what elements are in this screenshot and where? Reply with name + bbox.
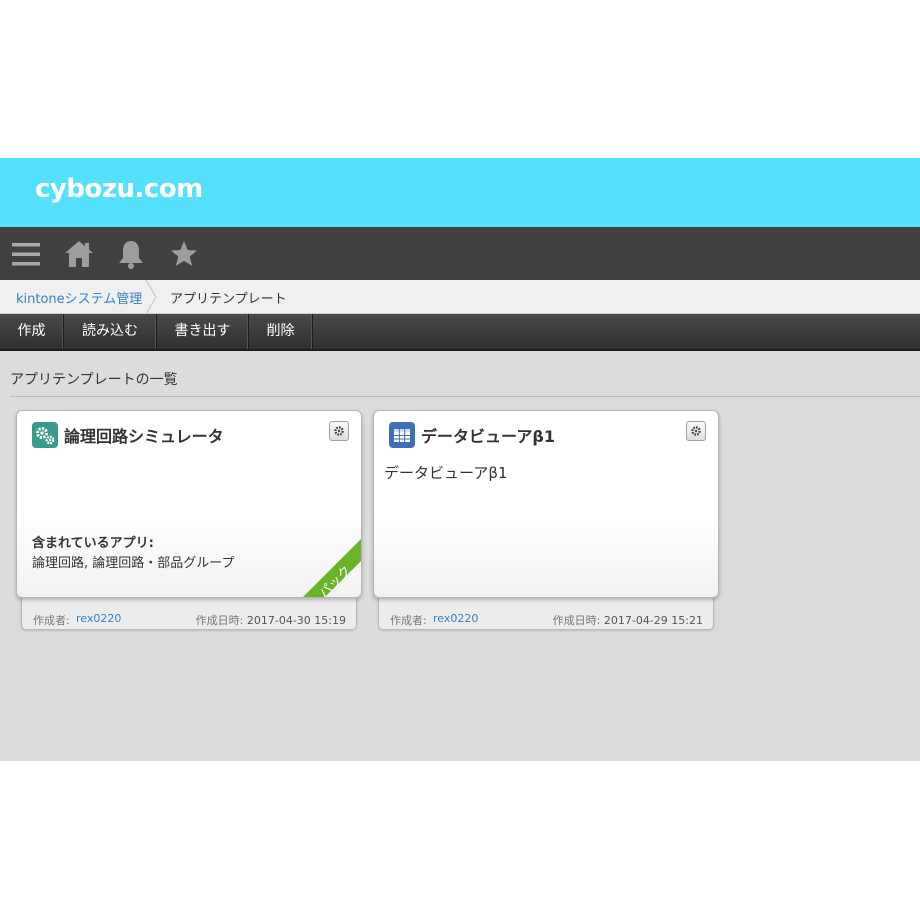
card-title[interactable]: 論理回路シミュレータ <box>64 423 224 447</box>
created-date-label: 作成日時: <box>552 614 601 627</box>
create-button[interactable]: 作成 <box>0 314 64 349</box>
creator-link[interactable]: rex0220 <box>76 612 121 625</box>
created-date: 作成日時: 2017-04-30 15:19 <box>196 612 346 628</box>
creator-label: 作成者: <box>390 614 427 627</box>
menu-icon[interactable] <box>9 237 43 271</box>
card-description: データビューアβ1 <box>384 464 508 482</box>
created-date-label: 作成日時: <box>195 614 244 627</box>
created-date-value: 2017-04-30 15:19 <box>246 614 346 627</box>
import-button[interactable]: 読み込む <box>64 314 157 349</box>
kintone-admin-window: cybozu.com kintoneシステム管理 アプリテンプレート 作成 読み… <box>0 158 920 761</box>
included-apps-label: 含まれているアプリ: <box>32 536 154 551</box>
template-card[interactable]: 論理回路シミュレータ 含まれているアプリ: 論理回路, 論理回路・部品グループ … <box>16 410 362 598</box>
creator-link[interactable]: rex0220 <box>433 612 478 625</box>
action-toolbar: 作成 読み込む 書き出す 削除 <box>0 314 920 351</box>
pack-ribbon: パック <box>302 538 361 597</box>
settings-gear-button[interactable] <box>686 421 706 441</box>
creator-label: 作成者: <box>33 614 70 627</box>
home-icon[interactable] <box>62 237 96 271</box>
breadcrumb-current: アプリテンプレート <box>170 292 287 307</box>
created-date-value: 2017-04-29 15:21 <box>603 614 703 627</box>
export-button[interactable]: 書き出す <box>157 314 249 349</box>
gear-icon <box>334 426 344 436</box>
delete-button[interactable]: 削除 <box>249 314 313 349</box>
section-title: アプリテンプレートの一覧 <box>10 372 178 388</box>
gears-icon <box>32 422 58 448</box>
breadcrumb: kintoneシステム管理 アプリテンプレート <box>0 279 920 315</box>
template-card-data-viewer: 作成者: rex0220 作成日時: 2017-04-29 15:21 データビ… <box>373 410 719 630</box>
card-title[interactable]: データビューアβ1 <box>421 423 555 447</box>
bell-icon[interactable] <box>114 237 148 271</box>
template-card[interactable]: データビューアβ1 データビューアβ1 <box>373 410 719 598</box>
included-apps-list: 論理回路, 論理回路・部品グループ <box>32 556 235 571</box>
global-navbar <box>0 227 920 280</box>
star-icon[interactable] <box>167 237 201 271</box>
gear-icon <box>691 426 701 436</box>
section-divider <box>10 396 920 397</box>
template-card-logic-circuit: 作成者: rex0220 作成日時: 2017-04-30 15:19 論理回路… <box>16 410 362 630</box>
created-date: 作成日時: 2017-04-29 15:21 <box>553 612 703 628</box>
settings-gear-button[interactable] <box>329 421 349 441</box>
table-icon <box>389 422 415 448</box>
breadcrumb-link-system-admin[interactable]: kintoneシステム管理 <box>16 288 142 307</box>
cybozu-logo[interactable]: cybozu.com <box>35 174 203 204</box>
brand-header: cybozu.com <box>0 158 920 227</box>
breadcrumb-separator-icon <box>143 279 159 315</box>
